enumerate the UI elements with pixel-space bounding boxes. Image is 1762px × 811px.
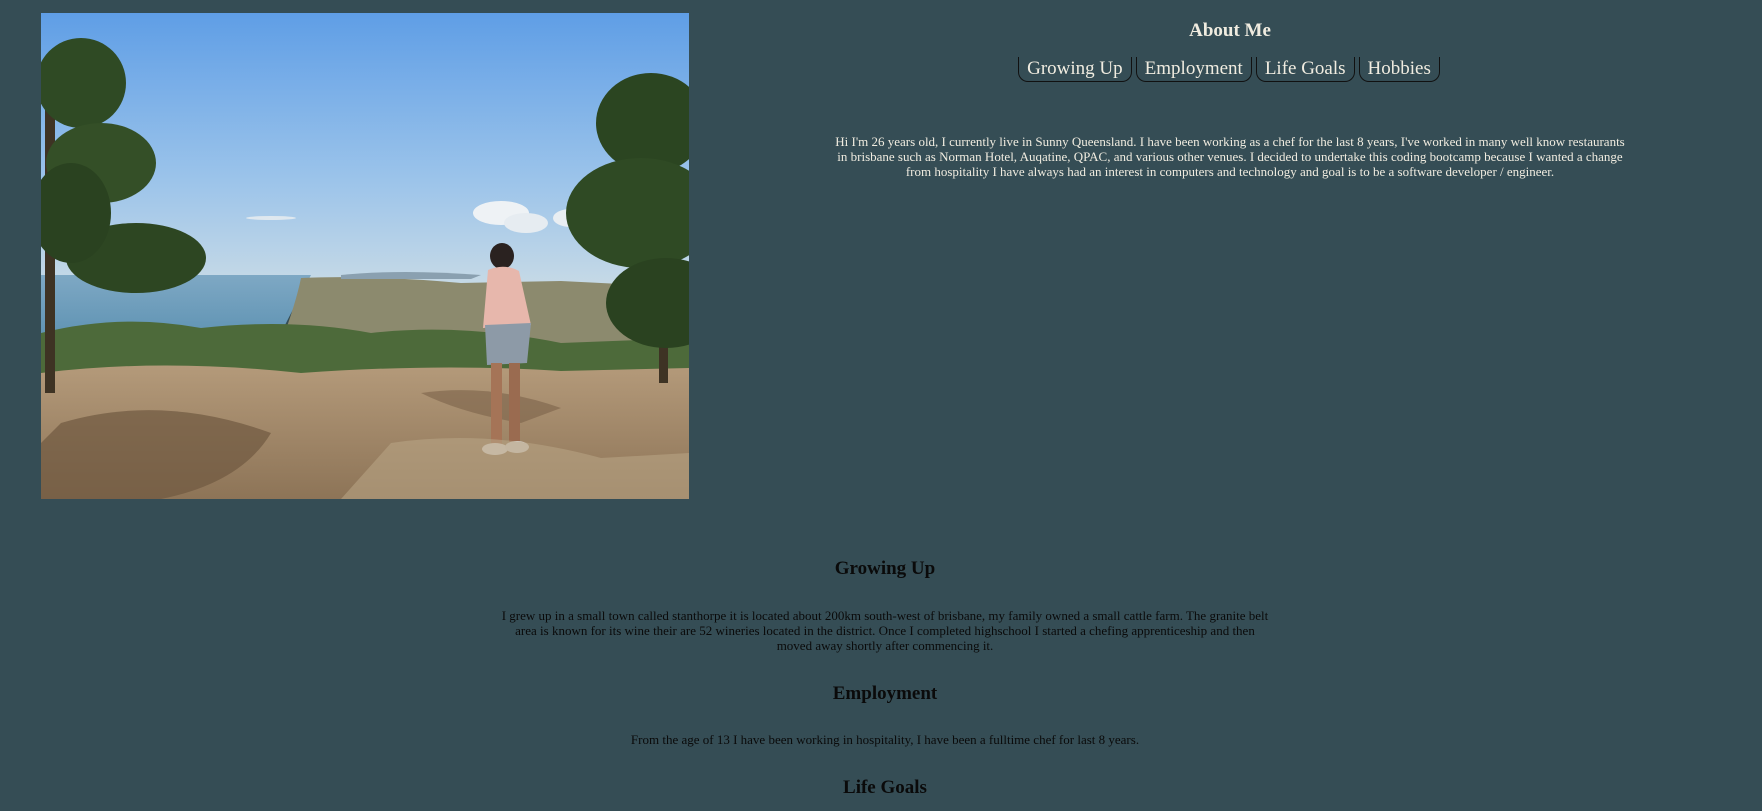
growing-up-heading: Growing Up: [834, 558, 936, 579]
profile-photo: [41, 13, 689, 499]
growing-up-heading-wrap: Growing Up: [500, 558, 1270, 580]
employment-heading-wrap: Employment: [500, 683, 1270, 705]
growing-up-text: I grew up in a small town called stantho…: [501, 608, 1269, 653]
tab-employment[interactable]: Employment: [1135, 57, 1252, 82]
about-me-section: About Me Growing Up Employment Life Goal…: [830, 20, 1630, 179]
employment-heading: Employment: [832, 683, 938, 704]
about-me-heading: About Me: [1189, 20, 1271, 41]
employment-text: From the age of 13 I have been working i…: [630, 732, 1140, 747]
tab-growing-up[interactable]: Growing Up: [1018, 57, 1132, 82]
page: About Me Growing Up Employment Life Goal…: [0, 0, 1762, 811]
employment-text-wrap: From the age of 13 I have been working i…: [500, 732, 1270, 747]
tab-hobbies[interactable]: Hobbies: [1358, 57, 1440, 82]
life-goals-heading: Life Goals: [843, 777, 927, 798]
profile-photo-image: [41, 13, 689, 499]
growing-up-text-wrap: I grew up in a small town called stantho…: [500, 608, 1270, 653]
tab-life-goals[interactable]: Life Goals: [1255, 57, 1355, 82]
life-goals-heading-wrap: Life Goals: [500, 777, 1270, 799]
about-tabs: Growing Up Employment Life Goals Hobbies: [828, 57, 1630, 82]
about-me-text: Hi I'm 26 years old, I currently live in…: [835, 134, 1625, 179]
